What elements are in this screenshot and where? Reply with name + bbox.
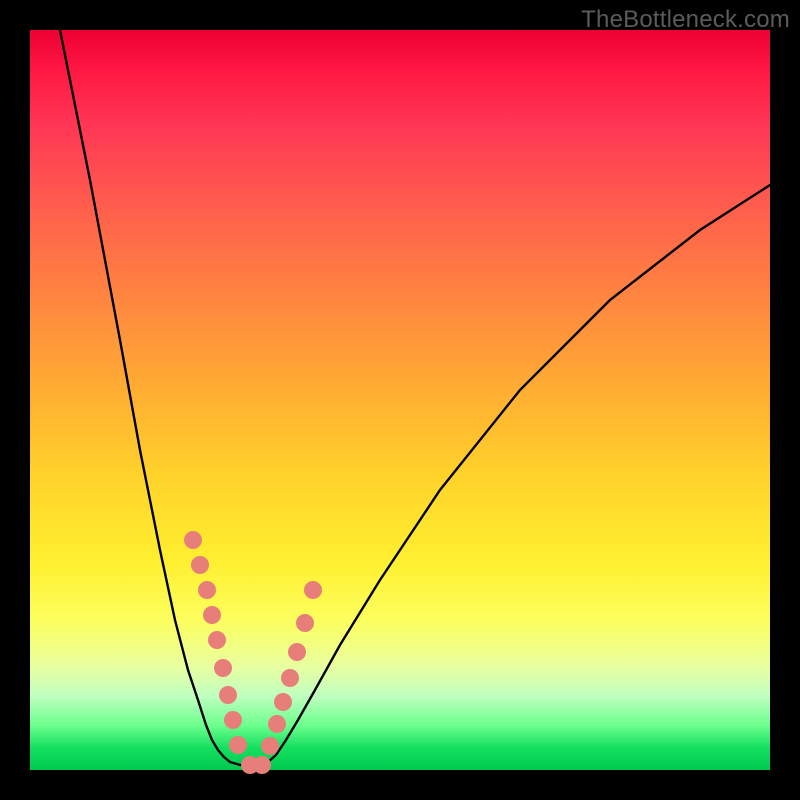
- marker-dot: [268, 715, 286, 733]
- marker-dot: [253, 756, 271, 774]
- marker-dot: [208, 631, 226, 649]
- marker-dot: [198, 581, 216, 599]
- marker-dot: [261, 737, 279, 755]
- marker-dot: [203, 606, 221, 624]
- curve-right-branch: [268, 185, 770, 762]
- curve-svg: [30, 30, 770, 770]
- marker-dot: [304, 581, 322, 599]
- marker-dot: [184, 531, 202, 549]
- marker-dot: [214, 659, 232, 677]
- marker-dot: [191, 556, 209, 574]
- marker-group: [184, 531, 322, 774]
- chart-frame: TheBottleneck.com: [0, 0, 800, 800]
- marker-dot: [229, 736, 247, 754]
- marker-dot: [224, 711, 242, 729]
- marker-dot: [296, 614, 314, 632]
- marker-dot: [219, 686, 237, 704]
- marker-dot: [281, 669, 299, 687]
- curve-left-branch: [60, 30, 230, 762]
- marker-dot: [274, 693, 292, 711]
- marker-dot: [288, 643, 306, 661]
- plot-area: [30, 30, 770, 770]
